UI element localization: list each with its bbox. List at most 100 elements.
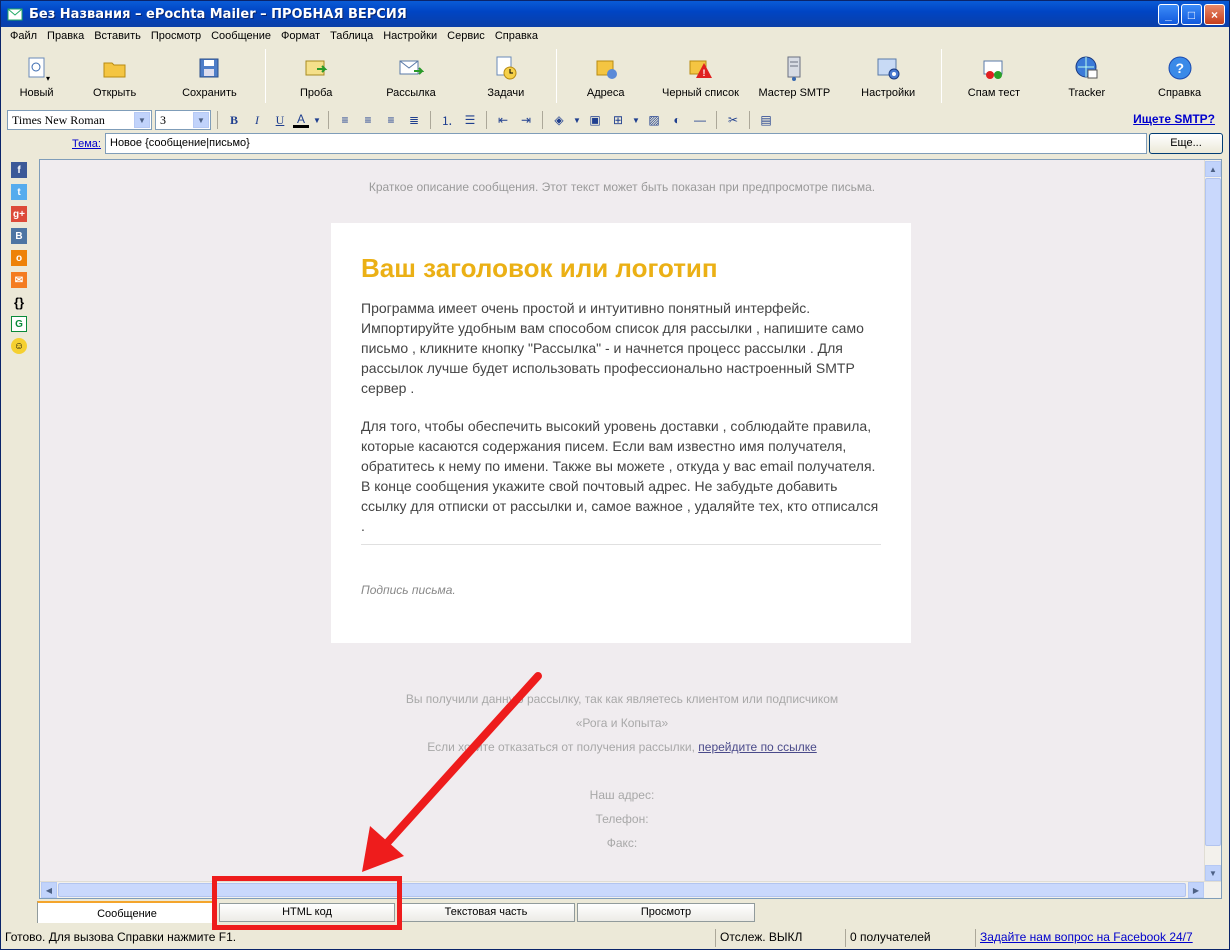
twitter-icon[interactable]: t bbox=[11, 184, 27, 200]
align-right-icon[interactable]: ≡ bbox=[381, 110, 401, 130]
google-plus-icon[interactable]: g+ bbox=[11, 206, 27, 222]
close-button[interactable]: × bbox=[1204, 4, 1225, 25]
svg-text:▾: ▾ bbox=[46, 74, 50, 81]
message-signature[interactable]: Подпись письма. bbox=[361, 583, 881, 597]
table-icon[interactable]: ⊞ bbox=[608, 110, 628, 130]
font-family-select[interactable]: Times New Roman ▼ bbox=[7, 110, 152, 130]
code-braces-icon[interactable]: {} bbox=[11, 294, 27, 310]
minimize-button[interactable]: _ bbox=[1158, 4, 1179, 25]
template-icon[interactable]: ▤ bbox=[756, 110, 776, 130]
format-separator bbox=[328, 111, 329, 129]
numbered-list-icon[interactable]: ⒈ bbox=[437, 110, 457, 130]
unsubscribe-link[interactable]: перейдите по ссылке bbox=[698, 740, 817, 754]
odnoklassniki-icon[interactable]: o bbox=[11, 250, 27, 266]
more-button[interactable]: Еще... bbox=[1149, 133, 1223, 154]
outdent-icon[interactable]: ⇤ bbox=[493, 110, 513, 130]
send-button[interactable]: Рассылка bbox=[364, 47, 459, 105]
bold-icon[interactable]: B bbox=[224, 110, 244, 130]
open-button[interactable]: Открыть bbox=[72, 47, 157, 105]
menu-message[interactable]: Сообщение bbox=[206, 30, 276, 42]
facebook-question-link[interactable]: Задайте нам вопрос на Facebook 24/7 bbox=[980, 930, 1193, 944]
align-justify-icon[interactable]: ≣ bbox=[404, 110, 424, 130]
message-paragraph-2[interactable]: Для того, чтобы обеспечить высокий урове… bbox=[361, 416, 881, 536]
tracker-button[interactable]: Tracker bbox=[1043, 47, 1130, 105]
settings-gear-icon bbox=[877, 58, 900, 80]
tab-preview[interactable]: Просмотр bbox=[577, 903, 755, 922]
tasks-button[interactable]: Задачи bbox=[458, 47, 553, 105]
align-center-icon[interactable]: ≡ bbox=[358, 110, 378, 130]
status-recipients: 0 получателей bbox=[845, 929, 975, 947]
subject-label[interactable]: Тема: bbox=[72, 138, 101, 150]
chevron-down-icon[interactable]: ▼ bbox=[193, 112, 209, 128]
svg-text:!: ! bbox=[703, 68, 706, 78]
font-size-select[interactable]: 3 ▼ bbox=[155, 110, 211, 130]
message-editor[interactable]: Краткое описание сообщения. Этот текст м… bbox=[39, 159, 1222, 899]
help-button[interactable]: ? Справка bbox=[1130, 47, 1229, 105]
font-color-icon[interactable]: A bbox=[293, 112, 309, 128]
menu-insert[interactable]: Вставить bbox=[89, 30, 146, 42]
help-label: Справка bbox=[1158, 87, 1202, 99]
chevron-down-icon[interactable]: ▼ bbox=[134, 112, 150, 128]
menu-settings[interactable]: Настройки bbox=[378, 30, 442, 42]
indent-icon[interactable]: ⇥ bbox=[516, 110, 536, 130]
subject-input[interactable]: Новое {сообщение|письмо} bbox=[105, 133, 1147, 154]
settings-label: Настройки bbox=[861, 87, 916, 99]
save-button[interactable]: Сохранить bbox=[157, 47, 262, 105]
fill-color-icon[interactable]: ◈ bbox=[549, 110, 569, 130]
chevron-down-icon[interactable]: ▼ bbox=[312, 110, 322, 130]
format-separator bbox=[542, 111, 543, 129]
mail-icon[interactable]: ✉ bbox=[11, 272, 27, 288]
app-window: Без Названия – ePochta Mailer – ПРОБНАЯ … bbox=[0, 0, 1230, 950]
scroll-right-icon[interactable]: ▶ bbox=[1188, 882, 1204, 898]
vertical-scrollbar[interactable]: ▲ ▼ bbox=[1204, 160, 1221, 882]
chevron-down-icon[interactable]: ▼ bbox=[631, 110, 641, 130]
menu-view[interactable]: Просмотр bbox=[146, 30, 206, 42]
test-button[interactable]: Проба bbox=[269, 47, 364, 105]
underline-icon[interactable]: U bbox=[270, 110, 290, 130]
addresses-button[interactable]: Адреса bbox=[560, 47, 651, 105]
menu-edit[interactable]: Правка bbox=[42, 30, 89, 42]
vk-icon[interactable]: B bbox=[11, 228, 27, 244]
italic-icon[interactable]: I bbox=[247, 110, 267, 130]
maximize-button[interactable]: □ bbox=[1181, 4, 1202, 25]
message-paragraph-1[interactable]: Программа имеет очень простой и интуитив… bbox=[361, 298, 881, 398]
preheader-text[interactable]: Краткое описание сообщения. Этот текст м… bbox=[40, 180, 1204, 194]
menu-format[interactable]: Формат bbox=[276, 30, 325, 42]
palette-icon[interactable]: ◐ bbox=[667, 110, 687, 130]
align-left-icon[interactable]: ≡ bbox=[335, 110, 355, 130]
facebook-icon[interactable]: f bbox=[11, 162, 27, 178]
main-toolbar: ▾ Новый Открыть Сохранить Проба Рассылка… bbox=[1, 47, 1229, 105]
blacklist-button[interactable]: ! Черный список bbox=[651, 47, 750, 105]
bullet-list-icon[interactable]: ☰ bbox=[460, 110, 480, 130]
smiley-icon[interactable]: ☺ bbox=[11, 338, 27, 354]
tab-message[interactable]: Сообщение bbox=[37, 901, 217, 923]
menu-file[interactable]: Файл bbox=[5, 30, 42, 42]
horizontal-line-icon[interactable]: — bbox=[690, 110, 710, 130]
format-separator bbox=[716, 111, 717, 129]
menu-service[interactable]: Сервис bbox=[442, 30, 490, 42]
test-send-icon bbox=[305, 60, 328, 76]
status-tracking: Отслеж. ВЫКЛ bbox=[715, 929, 845, 947]
new-button[interactable]: ▾ Новый bbox=[1, 47, 72, 105]
menu-table[interactable]: Таблица bbox=[325, 30, 378, 42]
smtp-search-link[interactable]: Ищете SMTP? bbox=[1133, 112, 1215, 126]
settings-button[interactable]: Настройки bbox=[839, 47, 938, 105]
footer-fax: Факс: bbox=[606, 836, 638, 850]
smtp-wizard-button[interactable]: Мастер SMTP bbox=[750, 47, 839, 105]
google-icon[interactable]: G bbox=[11, 316, 27, 332]
insert-image-icon[interactable]: ▣ bbox=[585, 110, 605, 130]
clean-html-icon[interactable]: ✂ bbox=[723, 110, 743, 130]
spam-test-button[interactable]: Спам тест bbox=[945, 47, 1044, 105]
insert-picture-icon[interactable]: ▨ bbox=[644, 110, 664, 130]
scroll-thumb[interactable] bbox=[1205, 178, 1221, 846]
scroll-down-icon[interactable]: ▼ bbox=[1205, 865, 1221, 881]
scroll-left-icon[interactable]: ◀ bbox=[41, 882, 57, 898]
tab-text-part[interactable]: Текстовая часть bbox=[397, 903, 575, 922]
scroll-up-icon[interactable]: ▲ bbox=[1205, 161, 1221, 177]
chevron-down-icon[interactable]: ▼ bbox=[572, 110, 582, 130]
message-heading[interactable]: Ваш заголовок или логотип bbox=[361, 253, 881, 284]
toolbar-separator bbox=[264, 49, 266, 103]
format-separator bbox=[217, 111, 218, 129]
menu-help[interactable]: Справка bbox=[490, 30, 543, 42]
status-ready: Готово. Для вызова Справки нажмите F1. bbox=[5, 930, 237, 944]
